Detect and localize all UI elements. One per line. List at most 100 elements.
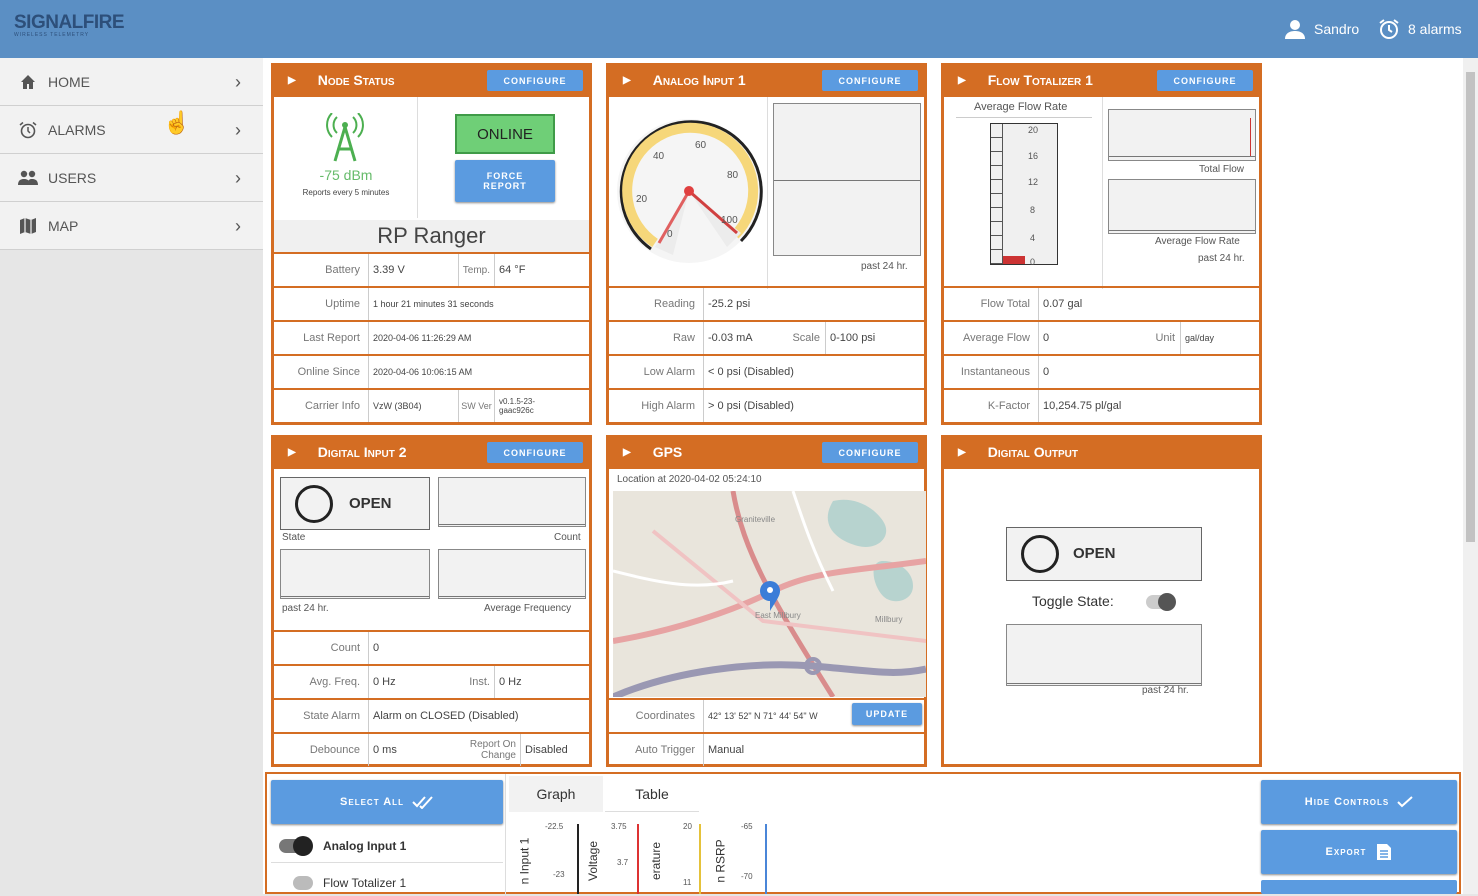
graph-axes-area: n Input 1 -22.5 -23 Voltage 3.75 3.7 era… xyxy=(509,814,1249,894)
check-icon xyxy=(1397,796,1413,808)
graph-controls-panel: Select All Analog Input 1 Flow Totalizer… xyxy=(265,772,1461,896)
state-history-chart xyxy=(280,549,430,599)
digital-output-card: ▶ Digital Output OPEN Toggle State: past … xyxy=(941,435,1262,767)
signalfire-logo[interactable]: SIGNALFIRE WIRELESS TELEMETRY xyxy=(14,12,126,46)
online-badge: ONLINE xyxy=(455,114,555,154)
toggle-state-switch[interactable] xyxy=(1146,593,1176,611)
node-status-card: ▶ Node Status CONFIGURE -75 dBm Reports e… xyxy=(271,63,592,425)
chevron-right-icon: › xyxy=(235,120,241,140)
card-header[interactable]: ▶ Flow Totalizer 1 CONFIGURE xyxy=(944,63,1259,97)
flow-totalizer-card: ▶ Flow Totalizer 1 CONFIGURE Average Flow… xyxy=(941,63,1262,425)
debounce-row: Debounce 0 ms Report On Change Disabled xyxy=(274,732,589,766)
configure-button[interactable]: CONFIGURE xyxy=(487,70,583,91)
configure-button[interactable]: CONFIGURE xyxy=(1157,70,1253,91)
configure-button[interactable]: CONFIGURE xyxy=(487,442,583,463)
flow-total-row: Flow Total 0.07 gal xyxy=(944,286,1259,320)
alarm-clock-icon xyxy=(18,120,38,140)
instantaneous-row: Instantaneous 0 xyxy=(944,354,1259,388)
antenna-icon xyxy=(326,113,364,162)
flow-bar-gauge xyxy=(990,123,1058,265)
battery-row: Battery 3.39 V Temp. 64 °F xyxy=(274,252,589,286)
expand-arrow-icon: ▶ xyxy=(623,74,631,86)
signal-panel: -75 dBm Reports every 5 minutes xyxy=(274,97,418,218)
pressure-gauge xyxy=(617,119,763,263)
low-alarm-row: Low Alarm < 0 psi (Disabled) xyxy=(609,354,924,388)
auto-trigger-row: Auto Trigger Manual xyxy=(609,732,924,766)
user-icon xyxy=(1285,20,1305,39)
app-header: SIGNALFIRE WIRELESS TELEMETRY Sandro 8 a… xyxy=(0,0,1478,58)
k-factor-row: K-Factor 10,254.75 pl/gal xyxy=(944,388,1259,422)
scrollbar-thumb[interactable] xyxy=(1466,72,1475,542)
expand-arrow-icon: ▶ xyxy=(288,74,296,86)
channel-item-analog-input[interactable]: Analog Input 1 xyxy=(275,834,503,858)
count-row: Count 0 xyxy=(274,630,589,664)
state-indicator: OPEN xyxy=(280,477,430,530)
chevron-right-icon: › xyxy=(235,168,241,188)
analog-trend-chart xyxy=(773,103,921,256)
state-circle-icon xyxy=(1021,535,1059,573)
frequency-row: Avg. Freq. 0 Hz Inst. 0 Hz xyxy=(274,664,589,698)
chevron-right-icon: › xyxy=(235,216,241,236)
reading-row: Reading -25.2 psi xyxy=(609,286,924,320)
channel-toggle[interactable] xyxy=(293,876,313,890)
output-history-chart xyxy=(1006,624,1202,686)
signal-strength: -75 dBm xyxy=(319,167,373,183)
card-header[interactable]: ▶ Digital Output xyxy=(944,435,1259,469)
report-interval: Reports every 5 minutes xyxy=(302,188,390,197)
update-button[interactable]: UPDATE xyxy=(852,703,922,725)
chevron-right-icon: › xyxy=(235,72,241,92)
card-header[interactable]: ▶ Node Status CONFIGURE xyxy=(274,63,589,97)
user-menu[interactable]: Sandro xyxy=(1284,17,1359,41)
hide-controls-button[interactable]: Hide Controls xyxy=(1261,780,1457,824)
last-report-row: Last Report 2020-04-06 11:26:29 AM xyxy=(274,320,589,354)
tab-table[interactable]: Table xyxy=(605,776,699,812)
channel-item-flow-totalizer[interactable]: Flow Totalizer 1 xyxy=(275,870,503,894)
document-icon xyxy=(1377,844,1392,860)
expand-arrow-icon: ▶ xyxy=(288,446,296,458)
select-all-button[interactable]: Select All xyxy=(271,780,503,824)
tab-graph[interactable]: Graph xyxy=(509,776,603,812)
alarm-count: 8 alarms xyxy=(1408,21,1462,37)
high-alarm-row: High Alarm > 0 psi (Disabled) xyxy=(609,388,924,422)
configure-button[interactable]: CONFIGURE xyxy=(822,442,918,463)
hand-cursor-icon: ☝ xyxy=(163,110,191,135)
divider xyxy=(767,97,768,289)
home-icon xyxy=(18,72,38,92)
card-header[interactable]: ▶ Analog Input 1 CONFIGURE xyxy=(609,63,924,97)
digital-input-card: ▶ Digital Input 2 CONFIGURE OPEN State Co… xyxy=(271,435,592,767)
node-name: RP Ranger xyxy=(274,220,589,252)
configure-button[interactable]: CONFIGURE xyxy=(822,70,918,91)
channel-toggle[interactable] xyxy=(279,836,313,856)
output-state-indicator: OPEN xyxy=(1006,527,1202,581)
average-flow-row: Average Flow 0 Unit gal/day xyxy=(944,320,1259,354)
uptime-row: Uptime 1 hour 21 minutes 31 seconds xyxy=(274,286,589,320)
frequency-chart xyxy=(438,549,586,599)
card-header[interactable]: ▶ Digital Input 2 CONFIGURE xyxy=(274,435,589,469)
force-report-button[interactable]: FORCE REPORT xyxy=(455,160,555,202)
count-chart xyxy=(438,477,586,527)
state-circle-icon xyxy=(295,485,333,523)
sidebar: HOME › ALARMS › USERS › MAP › xyxy=(0,58,263,894)
carrier-row: Carrier Info VzW (3B04) SW Ver v0.1.5-23-ga… xyxy=(274,388,589,422)
export-button[interactable]: Export xyxy=(1261,830,1457,874)
double-check-icon xyxy=(412,796,433,809)
card-header[interactable]: ▶ GPS CONFIGURE xyxy=(609,435,924,469)
scrollbar[interactable] xyxy=(1463,58,1478,894)
sidebar-item-home[interactable]: HOME › xyxy=(0,58,263,106)
average-flow-chart xyxy=(1108,179,1256,234)
user-name: Sandro xyxy=(1314,21,1360,37)
expand-arrow-icon: ▶ xyxy=(623,446,631,458)
sidebar-item-alarms[interactable]: ALARMS › xyxy=(0,106,263,154)
sidebar-item-map[interactable]: MAP › xyxy=(0,202,263,250)
map-icon xyxy=(18,216,38,236)
state-alarm-row: State Alarm Alarm on CLOSED (Disabled) xyxy=(274,698,589,732)
sidebar-item-users[interactable]: USERS › xyxy=(0,154,263,202)
raw-row: Raw -0.03 mA Scale 0-100 psi xyxy=(609,320,924,354)
alarms-indicator[interactable]: 8 alarms xyxy=(1378,17,1462,41)
total-flow-chart xyxy=(1108,109,1256,161)
analog-input-card: ▶ Analog Input 1 CONFIGURE 40 60 80 20 0 … xyxy=(606,63,927,425)
gps-card: ▶ GPS CONFIGURE Location at 2020-04-02 05… xyxy=(606,435,927,767)
expand-arrow-icon: ▶ xyxy=(958,446,966,458)
users-icon xyxy=(18,168,38,188)
online-since-row: Online Since 2020-04-06 10:06:15 AM xyxy=(274,354,589,388)
